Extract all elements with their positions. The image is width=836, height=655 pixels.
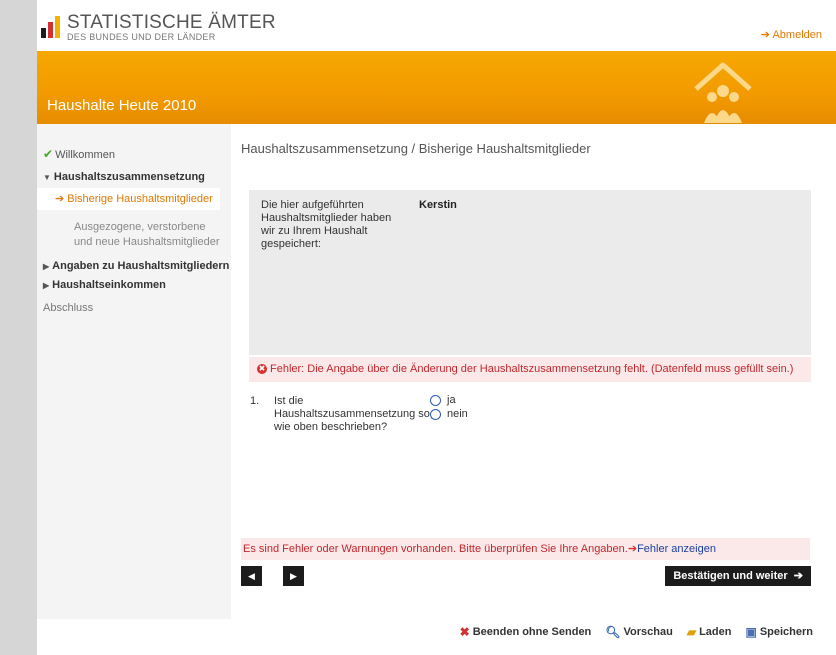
quit-without-sending-button[interactable]: ✖ Beenden ohne Senden (460, 625, 592, 639)
next-button[interactable]: ▶ (283, 566, 304, 586)
logo-mark-icon (41, 16, 62, 38)
error-message: ✖ Fehler: Die Angabe über die Änderung de… (249, 357, 811, 382)
sidebar-item-willkommen[interactable]: ✔ Willkommen (43, 147, 115, 161)
confirm-label: Bestätigen und weiter (673, 570, 788, 582)
sidebar-item-label: Bisherige Haushaltsmitglieder (67, 193, 213, 205)
info-value: Kerstin (419, 199, 457, 211)
page: STATISTISCHE ÄMTER DES BUNDES UND DER LÄ… (37, 0, 836, 655)
error-text: Fehler: Die Angabe über die Änderung der… (270, 363, 794, 375)
logo: STATISTISCHE ÄMTER DES BUNDES UND DER LÄ… (41, 12, 276, 42)
sidebar-item-label: Haushaltszusammensetzung (53, 171, 205, 183)
sidebar-item-label: Angaben zu Haushaltsmitgliedern (52, 260, 230, 272)
footer-toolbar: ✖ Beenden ohne Senden 🔍︎ Vorschau ▰ Laden ▣… (446, 625, 813, 639)
sidebar-item-bisherige-haushaltsmitglieder[interactable]: ➔ Bisherige Haushaltsmitglieder (37, 188, 220, 210)
logout-link[interactable]: ➔ Abmelden (761, 28, 822, 41)
floppy-disk-icon: ▣ (745, 625, 757, 639)
info-label: Die hier aufgeführten Haushaltsmitgliede… (261, 199, 392, 250)
preview-button[interactable]: 🔍︎ Vorschau (605, 625, 673, 639)
radio-label: nein (447, 408, 468, 420)
footer-button-label: Speichern (759, 626, 813, 638)
red-x-icon: ✖ (459, 625, 470, 639)
sidebar-item-abschluss[interactable]: Abschluss (43, 302, 93, 314)
save-button[interactable]: ▣ Speichern (745, 625, 813, 639)
house-family-icon (694, 62, 752, 123)
banner: Haushalte Heute 2010 (37, 51, 836, 124)
triangle-right-icon: ▶ (290, 571, 297, 581)
triangle-right-icon: ▶ (43, 262, 50, 271)
radio-option-ja[interactable]: ja (430, 394, 456, 406)
footer-button-label: Vorschau (623, 626, 673, 638)
main-content: Haushaltszusammensetzung / Bisherige Hau… (231, 124, 836, 619)
footer-button-label: Beenden ohne Senden (472, 626, 592, 638)
arrow-right-icon: ➔ (793, 570, 803, 582)
triangle-left-icon: ◀ (248, 571, 255, 581)
show-errors-link[interactable]: Fehler anzeigen (637, 543, 716, 555)
checkmark-icon: ✔ (43, 147, 54, 161)
question-number: 1. (250, 395, 260, 407)
household-info-box: Die hier aufgeführten Haushaltsmitgliede… (249, 190, 811, 355)
error-icon: ✖ (257, 364, 267, 375)
warning-message: Es sind Fehler oder Warnungen vorhanden.… (241, 538, 810, 560)
footer-button-label: Laden (699, 626, 732, 638)
page-title: Haushaltszusammensetzung / Bisherige Hau… (241, 141, 591, 156)
arrow-right-icon: ➔ (627, 543, 638, 555)
triangle-down-icon: ▼ (43, 173, 51, 182)
confirm-continue-button[interactable]: Bestätigen und weiter ➔ (665, 566, 811, 586)
radio-label: ja (447, 394, 456, 406)
previous-button[interactable]: ◀ (241, 566, 262, 586)
arrow-right-icon: ➔ (55, 193, 65, 205)
sidebar-item-angaben[interactable]: ▶ Angaben zu Haushaltsmitgliedern (43, 260, 229, 272)
sidebar-item-label: Willkommen (55, 149, 115, 161)
logo-subtitle: DES BUNDES UND DER LÄNDER (67, 31, 216, 42)
banner-title: Haushalte Heute 2010 (47, 97, 197, 114)
magnifier-icon: 🔍︎ (605, 625, 621, 639)
arrow-right-icon: ➔ (760, 29, 770, 41)
sidebar-item-haushaltszusammensetzung[interactable]: ▼ Haushaltszusammensetzung (43, 171, 205, 183)
radio-option-nein[interactable]: nein (430, 408, 468, 420)
folder-icon: ▰ (686, 625, 697, 639)
radio-button[interactable] (430, 394, 441, 406)
load-button[interactable]: ▰ Laden (687, 625, 732, 639)
sidebar-item-haushaltseinkommen[interactable]: ▶ Haushaltseinkommen (43, 279, 166, 291)
sidebar-item-label: Haushaltseinkommen (52, 279, 166, 291)
triangle-right-icon: ▶ (43, 281, 50, 290)
sidebar-item-ausgezogene[interactable]: Ausgezogene, verstorbene und neue Hausha… (74, 220, 224, 250)
sidebar: ✔ Willkommen ▼ Haushaltszusammensetzung ➔ … (37, 124, 231, 619)
logout-label: Abmelden (772, 29, 822, 41)
radio-button[interactable] (430, 408, 441, 420)
question-text: Ist die Haushaltszusammensetzung so, wie… (274, 395, 433, 433)
warning-text: Es sind Fehler oder Warnungen vorhanden.… (243, 543, 628, 555)
logo-title: STATISTISCHE ÄMTER (67, 11, 276, 33)
